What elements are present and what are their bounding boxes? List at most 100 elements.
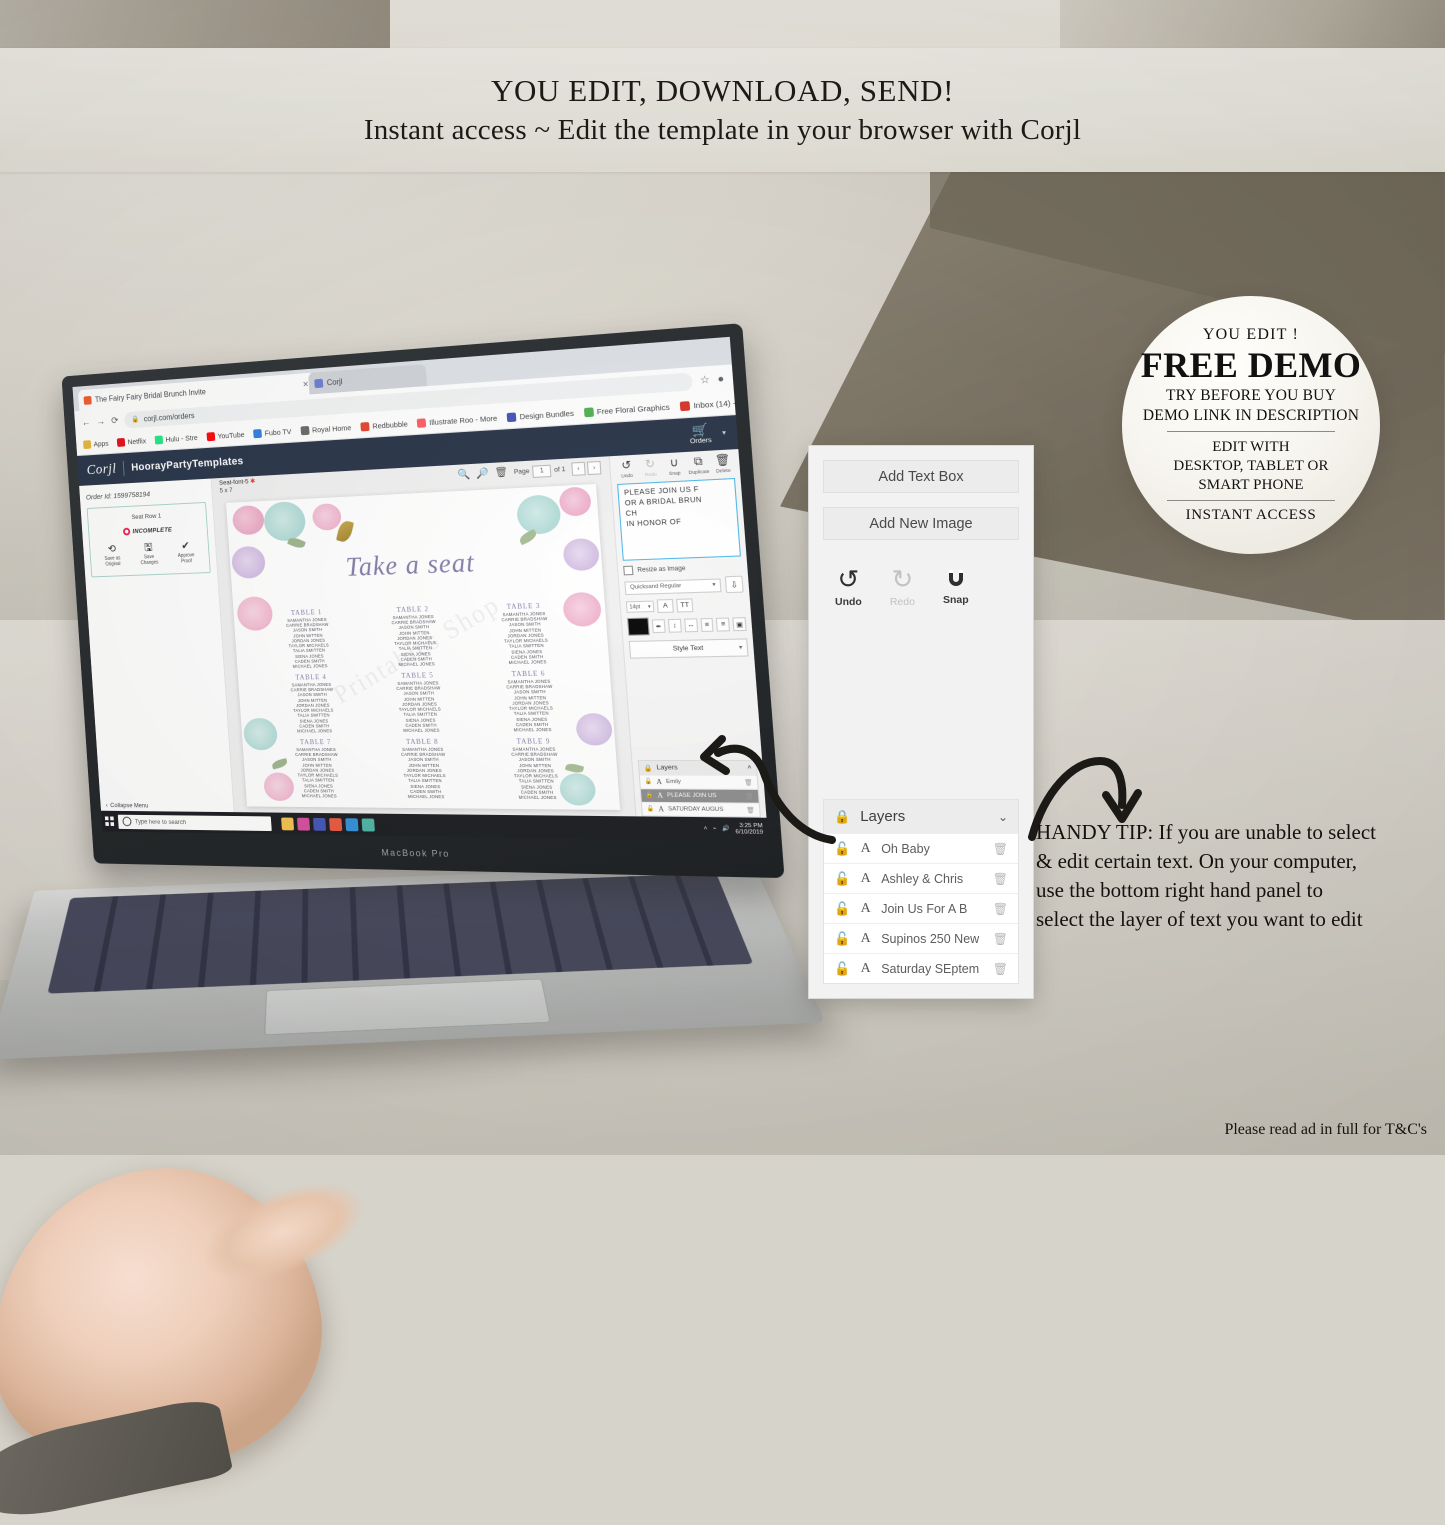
orders-button[interactable]: 🛒 Orders <box>689 422 712 445</box>
lock-icon: 🔓 <box>646 806 655 813</box>
line-height-icon[interactable]: ↕ <box>667 618 682 633</box>
text-layer-icon: A <box>860 960 871 976</box>
font-increase-button[interactable]: TT <box>676 598 694 613</box>
star-icon[interactable]: ☆ <box>700 374 711 386</box>
layer-row[interactable]: 🔓 A Join Us For A B 🗑 <box>824 893 1018 923</box>
add-text-box-button[interactable]: Add Text Box <box>823 460 1019 493</box>
bookmark-item[interactable]: Illustrate Roo - More <box>417 414 498 428</box>
template-preview[interactable]: Printables Shop Take a seat TABLE 1 SAMA… <box>225 483 621 810</box>
layer-row[interactable]: 🔓 A Emily 🗑 <box>639 774 758 789</box>
snap-button[interactable]: ∪ Snap <box>663 457 686 476</box>
layer-row[interactable]: 🔓 A Supinos 250 New 🗑 <box>824 923 1018 953</box>
zoom-out-icon[interactable]: 🔎 <box>476 468 489 480</box>
font-family-select[interactable]: Quicksand Regular ▾ <box>624 577 722 595</box>
bookmark-item[interactable]: YouTube <box>206 430 245 442</box>
font-decrease-button[interactable]: A <box>656 598 674 614</box>
collapse-menu-button[interactable]: ‹ Collapse Menu <box>106 802 149 809</box>
reload-icon[interactable]: ⟳ <box>111 415 119 426</box>
trash-icon[interactable]: 🗑 <box>495 467 509 479</box>
trash-icon[interactable]: 🗑 <box>993 872 1008 886</box>
divider <box>1167 431 1335 433</box>
system-tray: ˄ ⌁ 🔊 3:25 PM 6/10/2019 <box>703 822 764 836</box>
save-as-original-button[interactable]: ⟲ Save as Original <box>99 543 127 568</box>
unlock-icon[interactable]: 🔓 <box>834 901 850 917</box>
next-page-button[interactable]: › <box>586 460 602 476</box>
layer-row[interactable]: 🔓 A Saturday SEptem 🗑 <box>824 953 1018 983</box>
profile-avatar[interactable]: ● <box>717 373 725 385</box>
style-text-dropdown[interactable]: Style Text ▾ <box>628 638 749 659</box>
trash-icon[interactable]: 🗑 <box>993 902 1008 916</box>
unlock-icon[interactable]: 🔓 <box>834 841 850 857</box>
text-color-swatch[interactable] <box>627 617 650 636</box>
align-center-icon[interactable]: ≡ <box>716 617 731 632</box>
font-size-select[interactable]: 14pt ▾ <box>625 600 655 613</box>
layer-name: Saturday SEptem <box>881 961 980 976</box>
free-demo-badge: YOU EDIT ! FREE DEMO TRY BEFORE YOU BUY … <box>1122 296 1380 554</box>
unlock-icon[interactable]: 🔓 <box>834 931 850 947</box>
unlock-icon[interactable]: 🔓 <box>834 961 850 977</box>
redo-button[interactable]: ↻ Redo <box>890 566 915 608</box>
layers-header[interactable]: 🔒 Layers ˄ <box>638 760 757 775</box>
prev-page-button[interactable]: ‹ <box>571 461 586 476</box>
duplicate-button[interactable]: ⧉ Duplicate <box>687 455 710 475</box>
save-changes-button[interactable]: 🖫 Save Changes <box>135 542 163 566</box>
taskbar-app-icon[interactable] <box>281 817 295 830</box>
undo-button[interactable]: ↺ Undo <box>835 566 862 608</box>
network-icon[interactable]: ⌁ <box>713 826 717 832</box>
taskbar-clock[interactable]: 3:25 PM 6/10/2019 <box>735 822 764 836</box>
redo-button[interactable]: ↻ Redo <box>639 458 662 478</box>
zoom-in-icon[interactable]: 🔍 <box>457 469 470 481</box>
bookmark-item[interactable]: Apps <box>83 439 109 450</box>
taskbar-app-icon[interactable] <box>361 817 375 832</box>
letter-spacing-icon[interactable]: ↔ <box>683 618 698 633</box>
bookmark-item[interactable]: Inbox (14) - emiliano <box>680 396 736 412</box>
layer-row-selected[interactable]: 🔓 A PLEASE JOIN US 🗑 <box>640 788 759 803</box>
back-icon[interactable]: ← <box>81 417 90 428</box>
unlock-icon[interactable]: 🔓 <box>834 871 850 887</box>
text-content-input[interactable]: PLEASE JOIN US F OR A BRIDAL BRUN CH IN … <box>617 477 741 561</box>
bookmark-item[interactable]: Redbubble <box>360 420 408 432</box>
bookmark-item[interactable]: Hulu - Stre <box>154 433 198 445</box>
page-input[interactable]: 1 <box>532 464 552 478</box>
trash-icon[interactable]: 🗑 <box>745 792 754 800</box>
divider <box>1167 500 1335 502</box>
chevron-down-icon[interactable]: ▾ <box>722 429 726 438</box>
approve-proof-button[interactable]: ✔ Approve Proof <box>172 540 201 566</box>
layer-name: SATURDAY AUGUS <box>667 806 724 814</box>
trash-icon[interactable]: 🗑 <box>993 842 1008 856</box>
undo-button[interactable]: ↺ Undo <box>615 459 638 479</box>
bookmark-item[interactable]: Free Floral Graphics <box>583 402 670 418</box>
chevron-up-icon[interactable]: ˄ <box>704 826 708 832</box>
text-box-icon[interactable]: ▣ <box>732 617 747 632</box>
bookmark-item[interactable]: Royal Home <box>300 423 352 436</box>
delete-button[interactable]: 🗑 Delete <box>711 454 734 474</box>
eyedropper-icon[interactable]: ✒ <box>651 619 666 634</box>
chevron-down-icon[interactable]: ⌄ <box>998 810 1008 824</box>
trash-icon[interactable]: 🗑 <box>744 779 753 786</box>
forward-icon[interactable]: → <box>96 416 105 427</box>
taskbar-app-icon[interactable] <box>296 817 311 831</box>
layer-row[interactable]: 🔓 A SATURDAY AUGUS 🗑 <box>641 801 760 817</box>
layers-header[interactable]: 🔒 Layers ⌄ <box>824 800 1018 833</box>
snap-button[interactable]: Snap <box>943 566 969 608</box>
bookmark-item[interactable]: Fubo TV <box>253 427 292 439</box>
taskbar-app-icon[interactable] <box>328 817 343 831</box>
font-upload-button[interactable]: ⇩ <box>724 575 744 594</box>
trash-icon[interactable]: 🗑 <box>746 806 755 813</box>
layer-row[interactable]: 🔓 A Oh Baby 🗑 <box>824 833 1018 863</box>
volume-icon[interactable]: 🔊 <box>722 826 730 832</box>
bookmark-item[interactable]: Design Bundles <box>507 409 574 423</box>
layer-row[interactable]: 🔓 A Ashley & Chris 🗑 <box>824 863 1018 893</box>
windows-search-input[interactable]: Type here to search <box>117 814 272 831</box>
windows-start-icon[interactable] <box>104 816 115 826</box>
badge-line-4: DEMO LINK IN DESCRIPTION <box>1142 406 1360 424</box>
trash-icon[interactable]: 🗑 <box>993 932 1008 946</box>
bookmark-item[interactable]: Netflix <box>116 437 146 447</box>
resize-as-image-toggle[interactable]: Resize as Image <box>623 562 742 576</box>
taskbar-app-icon[interactable] <box>345 817 359 831</box>
corjl-logo[interactable]: Corjl <box>86 461 117 479</box>
add-new-image-button[interactable]: Add New Image <box>823 507 1019 540</box>
taskbar-app-icon[interactable] <box>312 817 327 831</box>
align-left-icon[interactable]: ≡ <box>699 617 714 632</box>
trash-icon[interactable]: 🗑 <box>993 962 1008 976</box>
